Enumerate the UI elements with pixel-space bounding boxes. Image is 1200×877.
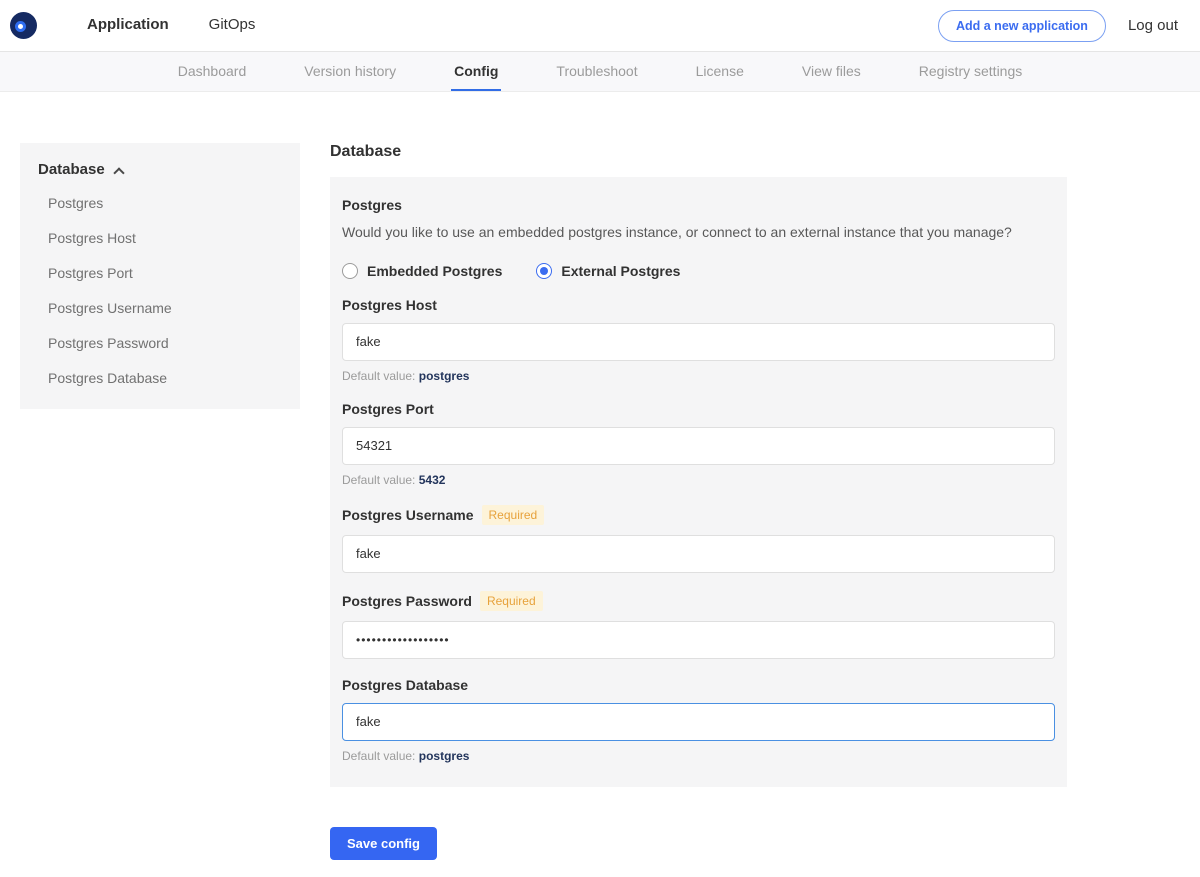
- tab-troubleshoot[interactable]: Troubleshoot: [553, 52, 640, 91]
- sidebar-item-postgres-username[interactable]: Postgres Username: [38, 290, 282, 325]
- radio-unselected-icon: [342, 263, 358, 279]
- external-postgres-radio[interactable]: External Postgres: [536, 263, 680, 279]
- embedded-postgres-radio-label: Embedded Postgres: [367, 263, 502, 279]
- sidebar-item-postgres-database[interactable]: Postgres Database: [38, 360, 282, 395]
- top-tab-gitops-label: GitOps: [209, 16, 256, 33]
- postgres-group-label: Postgres: [342, 197, 402, 213]
- top-tab-gitops[interactable]: GitOps: [189, 0, 276, 52]
- top-tab-application-label: Application: [87, 16, 169, 33]
- sidebar-item-postgres-password[interactable]: Postgres Password: [38, 325, 282, 360]
- tab-version-history[interactable]: Version history: [301, 52, 399, 91]
- logout-link[interactable]: Log out: [1128, 17, 1178, 34]
- top-nav-tabs: Application GitOps: [67, 0, 275, 52]
- postgres-database-label: Postgres Database: [342, 677, 468, 693]
- top-bar-right: Add a new application Log out: [938, 10, 1186, 42]
- chevron-up-icon: [113, 167, 124, 178]
- top-tab-application[interactable]: Application: [67, 0, 189, 52]
- save-config-button[interactable]: Save config: [330, 827, 437, 860]
- config-sidebar: Database Postgres Postgres Host Postgres…: [20, 143, 300, 409]
- field-postgres-host: Postgres Host Default value: postgres: [342, 297, 1055, 383]
- postgres-port-default-hint: Default value: 5432: [342, 473, 1055, 487]
- postgres-port-input[interactable]: [342, 427, 1055, 465]
- tab-registry-settings-label: Registry settings: [919, 63, 1022, 79]
- postgres-mode-radio-group: Embedded Postgres External Postgres: [342, 263, 1055, 279]
- required-badge: Required: [482, 505, 545, 525]
- tab-dashboard[interactable]: Dashboard: [175, 52, 250, 91]
- config-main-area: Database Postgres Would you like to use …: [330, 143, 1067, 877]
- default-value: postgres: [419, 749, 470, 763]
- tab-license[interactable]: License: [693, 52, 747, 91]
- tab-registry-settings[interactable]: Registry settings: [916, 52, 1025, 91]
- tab-config[interactable]: Config: [451, 52, 501, 91]
- sidebar-item-postgres-host[interactable]: Postgres Host: [38, 220, 282, 255]
- field-postgres-password: Postgres Password Required: [342, 591, 1055, 659]
- tab-view-files-label: View files: [802, 63, 861, 79]
- postgres-username-input[interactable]: [342, 535, 1055, 573]
- field-postgres-username: Postgres Username Required: [342, 505, 1055, 573]
- default-prefix: Default value:: [342, 749, 415, 763]
- database-config-group: Postgres Would you like to use an embedd…: [330, 177, 1067, 787]
- postgres-host-input[interactable]: [342, 323, 1055, 361]
- sidebar-group-database[interactable]: Database: [38, 161, 282, 178]
- top-nav-bar: Application GitOps Add a new application…: [0, 0, 1200, 52]
- add-new-application-button[interactable]: Add a new application: [938, 10, 1106, 42]
- postgres-help-text: Would you like to use an embedded postgr…: [342, 223, 1055, 243]
- default-value: 5432: [419, 473, 446, 487]
- section-title: Database: [330, 143, 1067, 161]
- default-value: postgres: [419, 369, 470, 383]
- field-postgres-database: Postgres Database Default value: postgre…: [342, 677, 1055, 763]
- config-page-content: Database Postgres Postgres Host Postgres…: [0, 92, 1200, 877]
- default-prefix: Default value:: [342, 369, 415, 383]
- postgres-database-default-hint: Default value: postgres: [342, 749, 1055, 763]
- tab-config-label: Config: [454, 63, 498, 79]
- app-logo-icon: [10, 12, 37, 39]
- tab-view-files[interactable]: View files: [799, 52, 864, 91]
- required-badge: Required: [480, 591, 543, 611]
- tab-troubleshoot-label: Troubleshoot: [556, 63, 637, 79]
- external-postgres-radio-label: External Postgres: [561, 263, 680, 279]
- radio-selected-icon: [536, 263, 552, 279]
- default-prefix: Default value:: [342, 473, 415, 487]
- postgres-password-label: Postgres Password: [342, 593, 472, 609]
- postgres-host-label: Postgres Host: [342, 297, 437, 313]
- sidebar-item-postgres-port[interactable]: Postgres Port: [38, 255, 282, 290]
- sidebar-item-postgres[interactable]: Postgres: [38, 185, 282, 220]
- app-logo-dot-icon: [18, 24, 23, 29]
- sidebar-group-database-label: Database: [38, 161, 105, 178]
- embedded-postgres-radio[interactable]: Embedded Postgres: [342, 263, 502, 279]
- postgres-password-input[interactable]: [342, 621, 1055, 659]
- tab-license-label: License: [696, 63, 744, 79]
- postgres-host-default-hint: Default value: postgres: [342, 369, 1055, 383]
- field-postgres-port: Postgres Port Default value: 5432: [342, 401, 1055, 487]
- tab-version-history-label: Version history: [304, 63, 396, 79]
- tab-dashboard-label: Dashboard: [178, 63, 247, 79]
- postgres-database-input[interactable]: [342, 703, 1055, 741]
- app-sub-nav: Dashboard Version history Config Trouble…: [0, 52, 1200, 92]
- postgres-username-label: Postgres Username: [342, 507, 474, 523]
- postgres-port-label: Postgres Port: [342, 401, 434, 417]
